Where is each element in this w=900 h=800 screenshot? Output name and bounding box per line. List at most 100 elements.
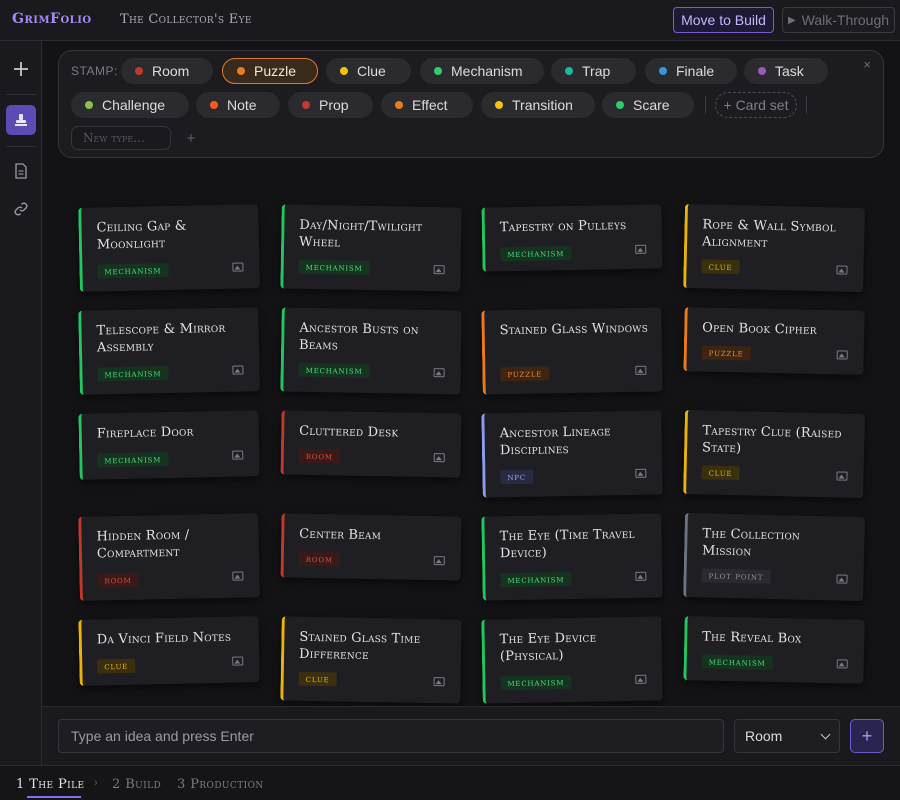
type-color-dot [758, 67, 766, 75]
idea-card[interactable]: Da Vinci Field Notes clue [78, 616, 260, 686]
idea-card[interactable]: Ancestor Busts on Beams mechanism [280, 307, 462, 395]
stamp-chip-clue[interactable]: Clue [326, 58, 411, 84]
type-select-value: Room [745, 728, 783, 744]
stamp-chip-scare[interactable]: Scare [602, 92, 694, 118]
card-title: Tapestry Clue (Raised State) [701, 423, 842, 457]
new-type-input[interactable]: New type... [71, 126, 171, 150]
card-title: Center Beam [299, 526, 382, 544]
image-icon[interactable] [433, 453, 445, 463]
stamp-chip-puzzle[interactable]: Puzzle [222, 58, 318, 84]
image-icon[interactable] [635, 468, 647, 478]
idea-card[interactable]: Tapestry on Pulleys mechanism [481, 204, 663, 272]
card-type-tag: plot point [701, 568, 771, 584]
idea-card[interactable]: Tapestry Clue (Raised State) clue [683, 409, 865, 499]
image-icon[interactable] [433, 265, 445, 275]
idea-card[interactable]: Hidden Room / Compartment room [78, 513, 260, 601]
add-button[interactable] [6, 54, 36, 84]
card-type-tag: clue [701, 259, 740, 275]
card-title: The Reveal Box [702, 629, 802, 647]
image-icon[interactable] [232, 450, 244, 460]
idea-card[interactable]: Ceiling Gap & Moonlight mechanism [78, 204, 260, 292]
idea-card[interactable]: Rope & Wall Symbol Alignment clue [683, 203, 865, 293]
walk-through-button[interactable]: ▶ Walk-Through [782, 7, 895, 33]
close-icon[interactable]: × [863, 57, 871, 72]
card-title: Telescope & Mirror Assembly [96, 320, 226, 356]
stamp-chip-prop[interactable]: Prop [288, 92, 373, 118]
card-set-button[interactable]: + Card set [715, 92, 797, 118]
image-icon[interactable] [836, 471, 848, 481]
idea-card[interactable]: Cluttered Desk room [280, 410, 462, 478]
image-icon[interactable] [433, 368, 445, 378]
image-icon[interactable] [635, 571, 647, 581]
app-logo[interactable]: GrimFolio [12, 11, 92, 27]
image-icon[interactable] [836, 265, 848, 275]
stamp-chip-transition[interactable]: Transition [481, 92, 595, 118]
idea-card[interactable]: Stained Glass Windows puzzle [481, 307, 663, 395]
image-icon[interactable] [635, 365, 647, 375]
stamp-chip-label: Scare [633, 97, 670, 113]
stamp-panel: STAMP: × Room Puzzle Clue Mechanism Trap Fina… [58, 50, 884, 158]
idea-card[interactable]: Stained Glass Time Difference clue [280, 616, 462, 704]
idea-card[interactable]: Ancestor Lineage Disciplines npc [481, 410, 663, 498]
add-type-button[interactable]: + [181, 126, 201, 150]
stamp-chip-finale[interactable]: Finale [645, 58, 737, 84]
stamp-chip-room[interactable]: Room [121, 58, 213, 84]
step-number: 3 [177, 777, 186, 792]
image-icon[interactable] [433, 677, 445, 687]
stamp-icon [15, 114, 27, 126]
image-icon[interactable] [836, 574, 848, 584]
walk-through-label: Walk-Through [801, 12, 890, 28]
type-color-dot [659, 67, 667, 75]
stamp-chip-task[interactable]: Task [744, 58, 828, 84]
add-idea-button[interactable]: + [850, 719, 884, 753]
card-type-tag: room [298, 551, 341, 567]
document-button[interactable] [6, 156, 36, 186]
idea-card[interactable]: The Eye Device (Physical) mechanism [481, 616, 663, 704]
type-color-dot [395, 101, 403, 109]
image-icon[interactable] [433, 556, 445, 566]
step-the-pile[interactable]: 1 The Pile [16, 777, 85, 792]
idea-card[interactable]: The Reveal Box mechanism [683, 616, 865, 684]
stamp-chip-mechanism[interactable]: Mechanism [420, 58, 544, 84]
step-production[interactable]: 3 Production [177, 777, 264, 792]
stamp-chip-label: Clue [357, 63, 386, 79]
step-label: Production [190, 777, 264, 792]
stamp-chip-label: Note [227, 97, 257, 113]
card-type-tag: room [298, 448, 341, 464]
stamp-chip-effect[interactable]: Effect [381, 92, 473, 118]
stamp-chip-challenge[interactable]: Challenge [71, 92, 189, 118]
link-button[interactable] [6, 194, 36, 224]
idea-card[interactable]: The Eye (Time Travel Device) mechanism [481, 513, 663, 601]
card-title: Fireplace Door [96, 424, 194, 442]
type-color-dot [495, 101, 503, 109]
image-icon[interactable] [836, 350, 848, 360]
idea-card[interactable]: The Collection Mission plot point [683, 512, 865, 602]
image-icon[interactable] [635, 244, 647, 254]
stamp-chip-note[interactable]: Note [196, 92, 280, 118]
image-icon[interactable] [232, 365, 244, 375]
link-icon [14, 202, 28, 216]
stamp-chip-trap[interactable]: Trap [551, 58, 636, 84]
image-icon[interactable] [232, 656, 244, 666]
card-title: Rope & Wall Symbol Alignment [701, 217, 837, 251]
stamp-chip-label: Challenge [102, 97, 166, 113]
idea-card[interactable]: Day/Night/Twilight Wheel mechanism [280, 204, 462, 292]
image-icon[interactable] [232, 262, 244, 272]
image-icon[interactable] [635, 674, 647, 684]
card-type-tag: mechanism [500, 572, 572, 588]
card-title: The Eye (Time Travel Device) [499, 526, 635, 562]
idea-card[interactable]: Telescope & Mirror Assembly mechanism [78, 307, 260, 395]
plus-icon [14, 62, 28, 76]
type-select[interactable]: Room [734, 719, 840, 753]
stamp-tool-button[interactable] [6, 105, 36, 135]
step-build[interactable]: 2 Build [112, 777, 161, 792]
image-icon[interactable] [232, 571, 244, 581]
idea-card[interactable]: Center Beam room [280, 513, 462, 581]
card-type-tag: mechanism [97, 366, 169, 382]
idea-input[interactable] [58, 719, 724, 753]
idea-card[interactable]: Fireplace Door mechanism [78, 410, 260, 480]
image-icon[interactable] [836, 659, 848, 669]
idea-card[interactable]: Open Book Cipher puzzle [683, 307, 865, 375]
type-color-dot [210, 101, 218, 109]
move-to-build-button[interactable]: Move to Build [673, 7, 774, 33]
